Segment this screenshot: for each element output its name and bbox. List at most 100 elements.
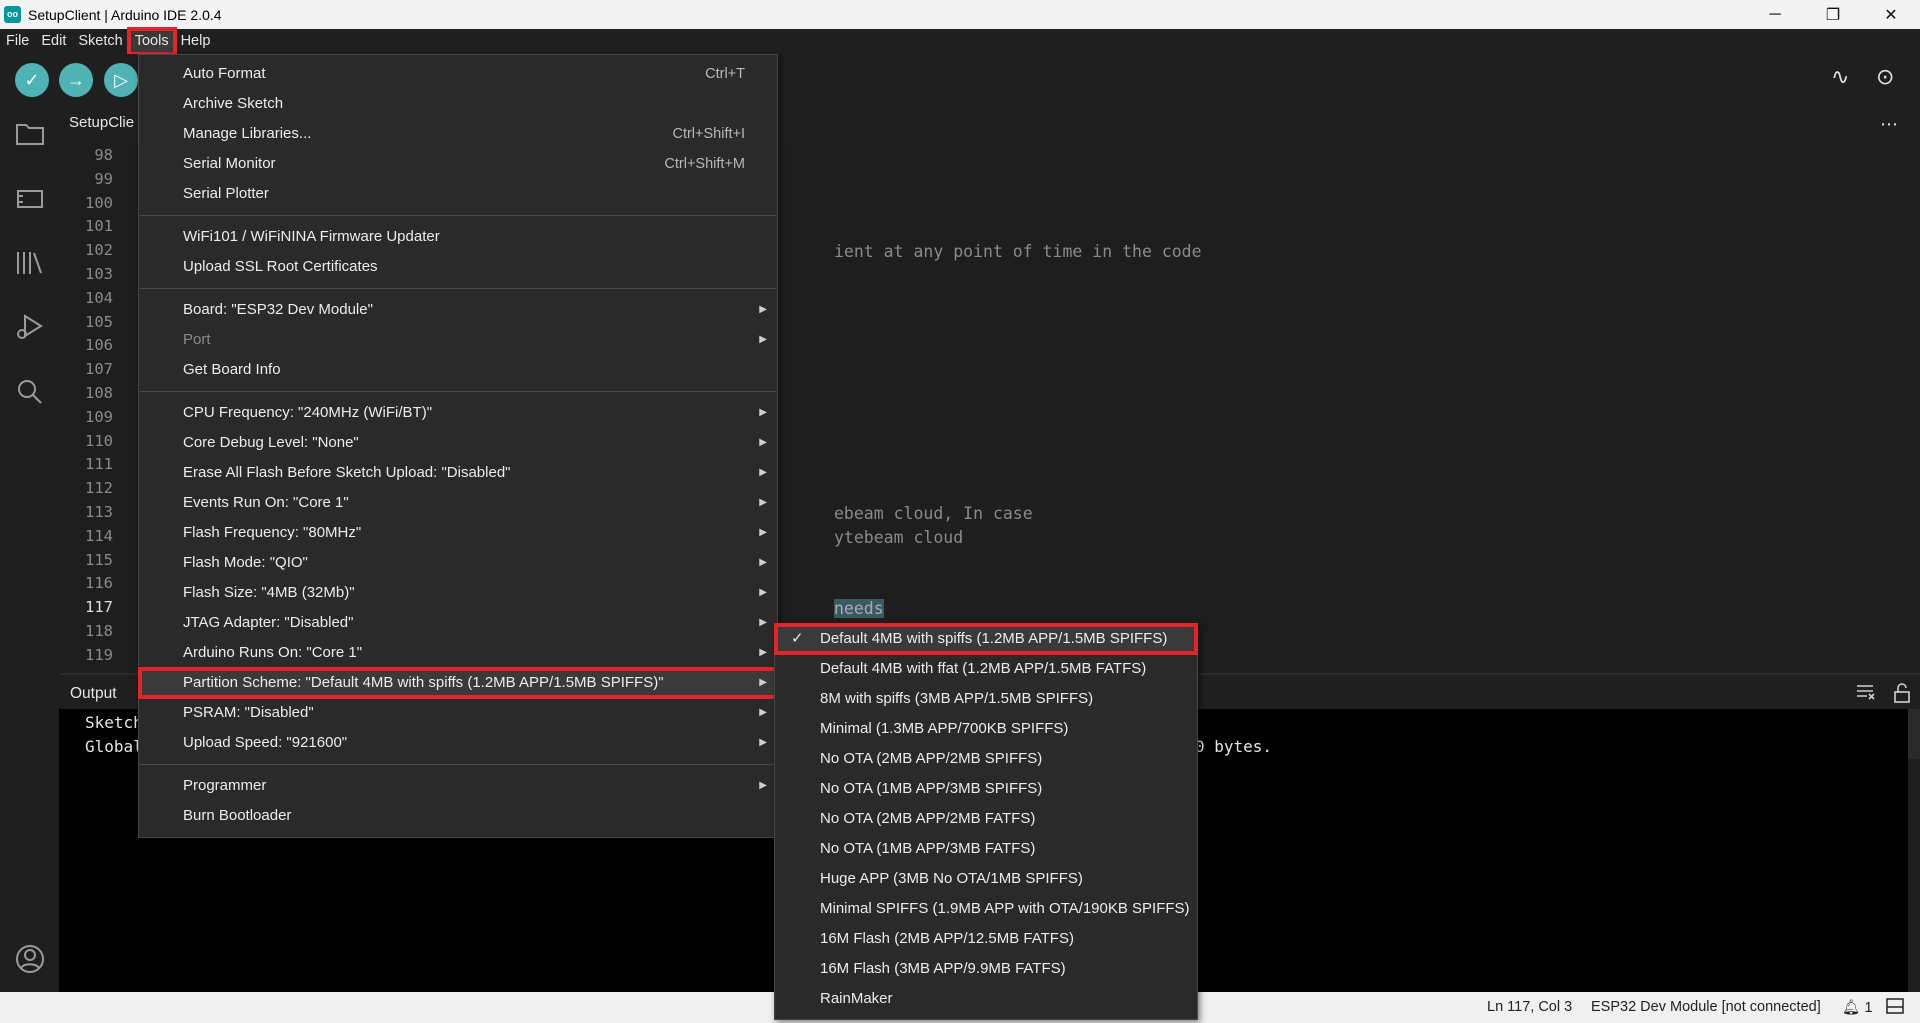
- menu-item-label: Port: [183, 331, 211, 348]
- menu-item-label: Board: "ESP32 Dev Module": [183, 301, 373, 318]
- partition-option[interactable]: Default 4MB with ffat (1.2MB APP/1.5MB F…: [775, 654, 1197, 684]
- debug-icon[interactable]: [14, 311, 46, 343]
- menu-item-label: Programmer: [183, 777, 267, 794]
- menu-file[interactable]: File: [0, 29, 35, 54]
- menu-item-label: Events Run On: "Core 1": [183, 494, 349, 511]
- output-line-2-tail: 0 bytes.: [1195, 737, 1273, 756]
- menu-item-burn-bootloader[interactable]: Burn Bootloader: [139, 801, 777, 831]
- serial-monitor-icon[interactable]: ⊙: [1876, 64, 1894, 90]
- menu-item-psram[interactable]: PSRAM: "Disabled" ▶: [139, 698, 777, 728]
- verify-button[interactable]: ✓: [15, 63, 49, 97]
- menu-bar: File Edit Sketch Tools Help: [0, 27, 1920, 56]
- menu-item-label: Archive Sketch: [183, 95, 284, 112]
- more-actions-icon[interactable]: ⋯: [1880, 114, 1898, 135]
- menu-item-manage-libraries[interactable]: Manage Libraries... Ctrl+Shift+I: [139, 119, 777, 149]
- account-icon[interactable]: [14, 943, 46, 975]
- line-number: 118: [85, 621, 113, 640]
- partition-option[interactable]: Minimal (1.3MB APP/700KB SPIFFS): [775, 714, 1197, 744]
- output-line-2: Global: [85, 737, 143, 756]
- menu-item-archive-sketch[interactable]: Archive Sketch: [139, 89, 777, 119]
- partition-option[interactable]: Huge APP (3MB No OTA/1MB SPIFFS): [775, 864, 1197, 894]
- board-status[interactable]: ESP32 Dev Module [not connected]: [1591, 999, 1821, 1015]
- menu-sketch[interactable]: Sketch: [72, 29, 128, 54]
- line-number: 109: [85, 407, 113, 426]
- menu-help[interactable]: Help: [175, 29, 217, 54]
- menu-item-arduino-runs-on[interactable]: Arduino Runs On: "Core 1" ▶: [139, 638, 777, 668]
- notification-count: 1: [1864, 1000, 1873, 1016]
- menu-item-flash-frequency[interactable]: Flash Frequency: "80MHz" ▶: [139, 518, 777, 548]
- notifications-badge[interactable]: 🔔︎ 1: [1842, 999, 1873, 1016]
- menu-item-serial-plotter[interactable]: Serial Plotter: [139, 179, 777, 209]
- restore-button[interactable]: ❐: [1804, 0, 1862, 29]
- menu-item-wifi101-wifinina-firmware-updater[interactable]: WiFi101 / WiFiNINA Firmware Updater: [139, 222, 777, 252]
- menu-item-core-debug-level[interactable]: Core Debug Level: "None" ▶: [139, 428, 777, 458]
- menu-item-partition-scheme[interactable]: Partition Scheme: "Default 4MB with spif…: [138, 667, 778, 699]
- menu-item-serial-monitor[interactable]: Serial Monitor Ctrl+Shift+M: [139, 149, 777, 179]
- line-number: 101: [85, 217, 113, 236]
- menu-item-jtag-adapter[interactable]: JTAG Adapter: "Disabled" ▶: [139, 608, 777, 638]
- tab-setupclient[interactable]: SetupClie: [69, 114, 134, 131]
- boards-manager-icon[interactable]: [14, 183, 46, 215]
- partition-option-label: No OTA (1MB APP/3MB FATFS): [820, 840, 1036, 857]
- clear-output-icon[interactable]: [1855, 683, 1875, 706]
- menu-tools[interactable]: Tools: [126, 27, 177, 56]
- serial-plotter-icon[interactable]: ∿: [1831, 64, 1849, 90]
- menu-item-label: Partition Scheme: "Default 4MB with spif…: [183, 674, 664, 691]
- debug-button[interactable]: ▷: [104, 63, 138, 97]
- menu-item-upload-speed[interactable]: Upload Speed: "921600" ▶: [139, 728, 777, 758]
- menu-item-auto-format[interactable]: Auto Format Ctrl+T: [139, 59, 777, 89]
- partition-option-label: 16M Flash (3MB APP/9.9MB FATFS): [820, 960, 1066, 977]
- menu-item-port: Port ▶: [139, 325, 777, 355]
- menu-separator: [140, 215, 776, 216]
- partition-option[interactable]: No OTA (1MB APP/3MB FATFS): [775, 834, 1197, 864]
- line-number: 113: [85, 502, 113, 521]
- menu-item-programmer[interactable]: Programmer ▶: [139, 771, 777, 801]
- menu-item-cpu-frequency[interactable]: CPU Frequency: "240MHz (WiFi/BT)" ▶: [139, 398, 777, 428]
- menu-item-label: Burn Bootloader: [183, 807, 292, 824]
- menu-item-label: Arduino Runs On: "Core 1": [183, 644, 363, 661]
- partition-option[interactable]: Minimal SPIFFS (1.9MB APP with OTA/190KB…: [775, 894, 1197, 924]
- menu-item-label: Manage Libraries...: [183, 125, 312, 142]
- partition-option-label: Default 4MB with spiffs (1.2MB APP/1.5MB…: [820, 630, 1168, 647]
- minimize-button[interactable]: ─: [1746, 0, 1804, 29]
- upload-button[interactable]: →: [59, 63, 93, 97]
- output-title: Output: [70, 685, 117, 702]
- menu-edit[interactable]: Edit: [35, 29, 72, 54]
- partition-option[interactable]: 16M Flash (3MB APP/9.9MB FATFS): [775, 954, 1197, 984]
- line-number: 110: [85, 431, 113, 450]
- line-number: 99: [94, 169, 113, 188]
- partition-option[interactable]: 16M Flash (2MB APP/12.5MB FATFS): [775, 924, 1197, 954]
- partition-option[interactable]: No OTA (1MB APP/3MB SPIFFS): [775, 774, 1197, 804]
- menu-item-flash-mode[interactable]: Flash Mode: "QIO" ▶: [139, 548, 777, 578]
- checkmark-icon: ✓: [791, 630, 804, 647]
- submenu-arrow-icon: ▶: [759, 587, 767, 598]
- menu-separator: [140, 288, 776, 289]
- cursor-position[interactable]: Ln 117, Col 3: [1487, 999, 1572, 1015]
- menu-item-events-run-on[interactable]: Events Run On: "Core 1" ▶: [139, 488, 777, 518]
- search-icon[interactable]: [14, 376, 46, 408]
- menu-item-label: Serial Plotter: [183, 185, 269, 202]
- line-number: 103: [85, 264, 113, 283]
- partition-option[interactable]: No OTA (2MB APP/2MB SPIFFS): [775, 744, 1197, 774]
- library-manager-icon[interactable]: [14, 247, 46, 279]
- code-line-114: ytebeam cloud: [834, 528, 964, 547]
- submenu-arrow-icon: ▶: [759, 497, 767, 508]
- submenu-arrow-icon: ▶: [759, 527, 767, 538]
- menu-item-get-board-info[interactable]: Get Board Info: [139, 355, 777, 385]
- output-scrollbar[interactable]: [1908, 709, 1920, 992]
- activity-bar: [0, 104, 59, 992]
- partition-option[interactable]: ✓ Default 4MB with spiffs (1.2MB APP/1.5M…: [774, 623, 1198, 655]
- partition-option[interactable]: No OTA (2MB APP/2MB FATFS): [775, 804, 1197, 834]
- menu-item-board[interactable]: Board: "ESP32 Dev Module" ▶: [139, 295, 777, 325]
- scrollbar-thumb[interactable]: [1908, 709, 1920, 759]
- menu-item-upload-ssl-root-certificates[interactable]: Upload SSL Root Certificates: [139, 252, 777, 282]
- lock-scroll-icon[interactable]: [1893, 683, 1911, 708]
- line-number: 107: [85, 360, 113, 379]
- partition-option[interactable]: 8M with spiffs (3MB APP/1.5MB SPIFFS): [775, 684, 1197, 714]
- menu-item-erase-all-flash-before-sketch-upload[interactable]: Erase All Flash Before Sketch Upload: "D…: [139, 458, 777, 488]
- close-button[interactable]: ✕: [1862, 0, 1920, 29]
- partition-option[interactable]: RainMaker: [775, 984, 1197, 1014]
- menu-item-flash-size[interactable]: Flash Size: "4MB (32Mb)" ▶: [139, 578, 777, 608]
- toggle-panel-icon[interactable]: [1886, 998, 1904, 1018]
- folder-icon[interactable]: [14, 118, 46, 150]
